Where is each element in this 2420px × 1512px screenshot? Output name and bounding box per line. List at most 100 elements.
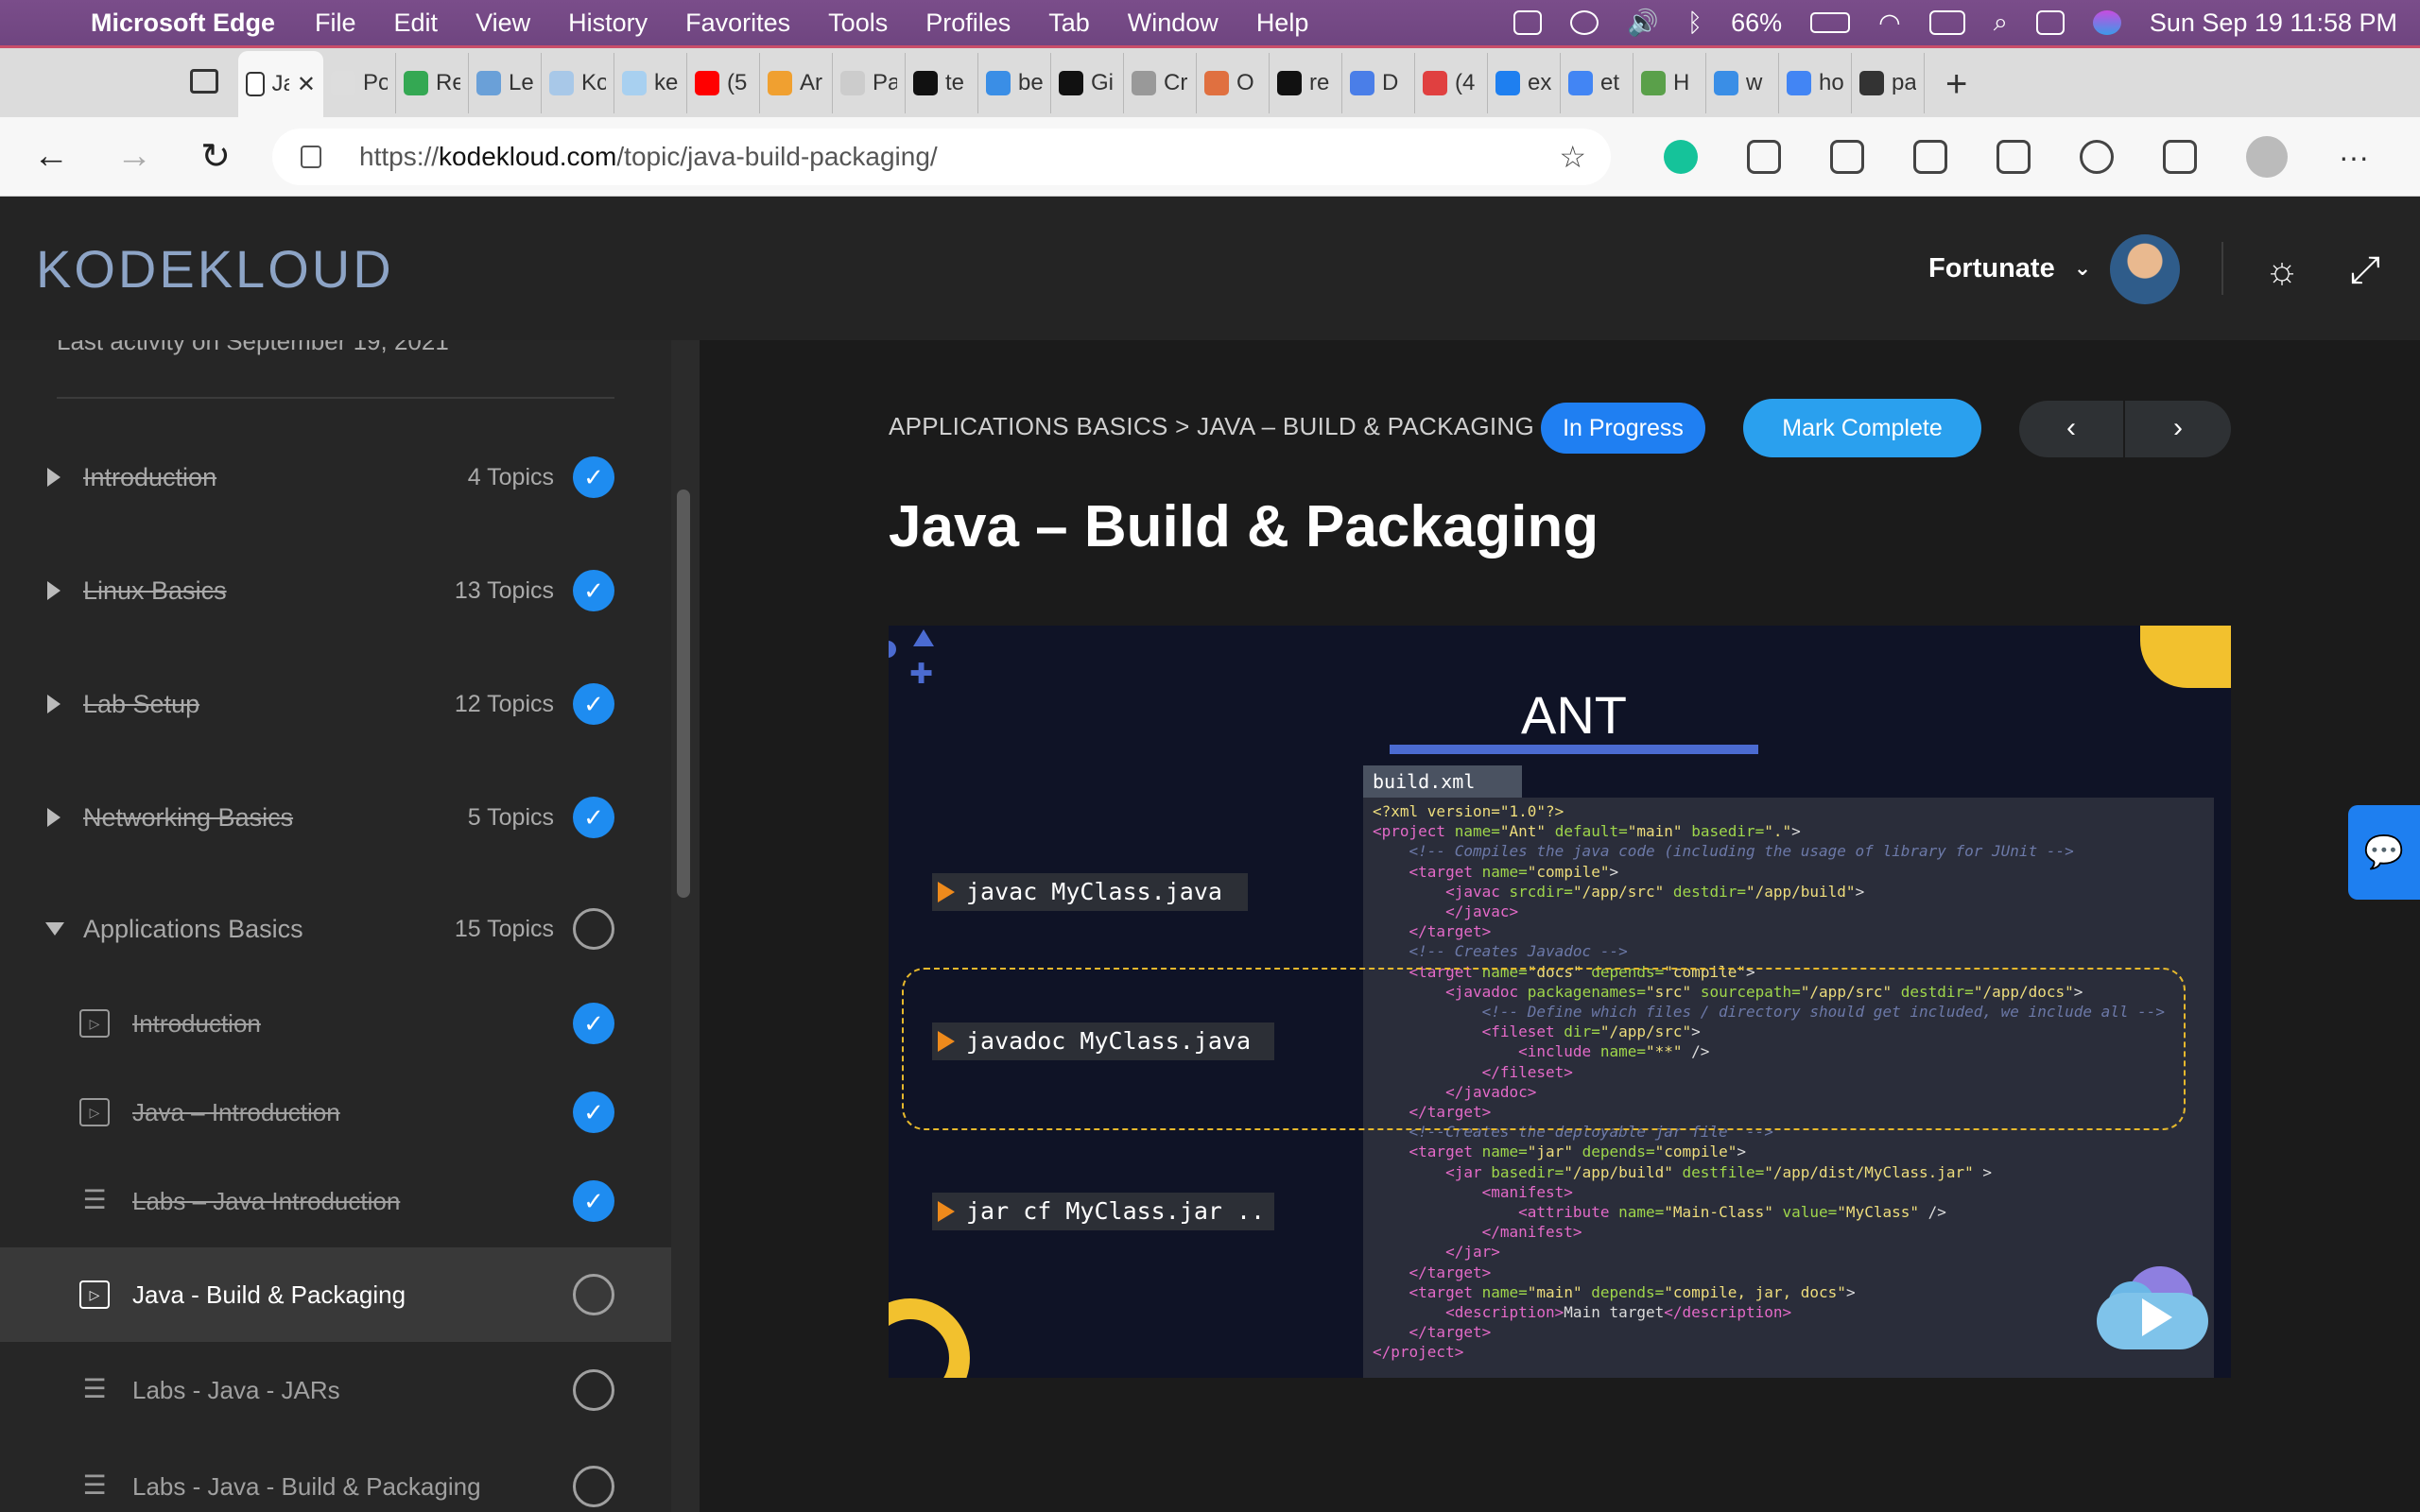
section-label[interactable]: Applications Basics bbox=[83, 915, 303, 944]
breadcrumb[interactable]: APPLICATIONS BASICS > JAVA – BUILD & PAC… bbox=[889, 412, 1534, 441]
siri-icon[interactable] bbox=[2092, 10, 2121, 35]
user-menu[interactable]: Fortunate ⌄ bbox=[1928, 197, 2091, 340]
close-tab-icon[interactable]: ✕ bbox=[297, 71, 316, 98]
tab[interactable]: Pa bbox=[833, 53, 906, 113]
menu-tab[interactable]: Tab bbox=[1048, 9, 1090, 38]
tab[interactable]: te bbox=[906, 53, 978, 113]
section-introduction[interactable]: Introduction 4 Topics ✓ bbox=[0, 439, 671, 515]
favorites-icon[interactable] bbox=[1913, 140, 1947, 174]
expand-triangle-icon[interactable] bbox=[47, 581, 60, 600]
tab-title[interactable]: Le bbox=[509, 70, 533, 96]
tab[interactable]: O bbox=[1197, 53, 1270, 113]
spotlight-search-icon[interactable]: ⌕ bbox=[1994, 8, 2008, 38]
tab[interactable]: ke bbox=[614, 53, 687, 113]
performance-icon[interactable] bbox=[2163, 140, 2197, 174]
tab[interactable]: Le bbox=[469, 53, 542, 113]
menu-history[interactable]: History bbox=[568, 9, 648, 38]
tab[interactable]: ho bbox=[1779, 53, 1852, 113]
tab-title[interactable]: pa bbox=[1892, 70, 1916, 96]
previous-lesson-button[interactable]: ‹ bbox=[2019, 401, 2125, 457]
fullscreen-expand-icon[interactable]: ⤢ bbox=[2344, 249, 2386, 291]
tab[interactable]: pa bbox=[1852, 53, 1925, 113]
username[interactable]: Fortunate bbox=[1928, 253, 2055, 284]
tab-title[interactable]: Ja bbox=[272, 71, 289, 97]
expand-triangle-icon[interactable] bbox=[47, 695, 60, 713]
keyboard-icon[interactable] bbox=[1928, 10, 1965, 35]
bluetooth-icon[interactable]: ᛒ bbox=[1687, 9, 1703, 38]
menu-favorites[interactable]: Favorites bbox=[685, 9, 790, 38]
tab[interactable]: Re bbox=[396, 53, 469, 113]
tab-title[interactable]: D bbox=[1382, 70, 1407, 96]
datetime[interactable]: Sun Sep 19 11:58 PM bbox=[2150, 9, 2397, 38]
section-label[interactable]: Introduction bbox=[83, 463, 216, 492]
tab[interactable]: w bbox=[1706, 53, 1779, 113]
section-label[interactable]: Linux Basics bbox=[83, 576, 227, 606]
kodekloud-logo[interactable]: KODEKLOUD bbox=[36, 238, 394, 300]
menu-view[interactable]: View bbox=[475, 9, 530, 38]
forward-button[interactable]: → bbox=[106, 129, 163, 185]
section-lab-setup[interactable]: Lab Setup 12 Topics ✓ bbox=[0, 666, 671, 742]
sidebar-scrollbar[interactable] bbox=[677, 490, 690, 898]
tab-actions-icon[interactable] bbox=[176, 53, 233, 110]
lesson-label[interactable]: Introduction bbox=[132, 1009, 261, 1039]
grammarly-extension-icon[interactable] bbox=[1664, 140, 1698, 174]
menu-edit[interactable]: Edit bbox=[394, 9, 439, 38]
user-avatar[interactable] bbox=[2110, 234, 2180, 304]
tab[interactable]: Gi bbox=[1051, 53, 1124, 113]
section-applications-basics[interactable]: Applications Basics 15 Topics bbox=[0, 891, 671, 967]
chevron-down-icon[interactable]: ⌄ bbox=[2074, 256, 2091, 281]
tab-title[interactable]: et bbox=[1600, 70, 1625, 96]
tab[interactable]: be bbox=[978, 53, 1051, 113]
tab-title[interactable]: w bbox=[1746, 70, 1771, 96]
chat-bubble-icon[interactable]: 💬 bbox=[2348, 805, 2420, 900]
back-button[interactable]: ← bbox=[23, 129, 79, 185]
collections-icon[interactable] bbox=[1996, 140, 2031, 174]
lesson-label[interactable]: Labs - Java - Build & Packaging bbox=[132, 1472, 481, 1502]
new-tab-button[interactable]: + bbox=[1945, 63, 1967, 106]
tab-title[interactable]: Gi bbox=[1091, 70, 1115, 96]
expand-triangle-icon[interactable] bbox=[47, 468, 60, 487]
lesson-label[interactable]: Java – Introduction bbox=[132, 1098, 340, 1127]
refresh-button[interactable]: ↻ bbox=[187, 129, 244, 185]
section-networking-basics[interactable]: Networking Basics 5 Topics ✓ bbox=[0, 780, 671, 855]
tab-title[interactable]: Cr bbox=[1164, 70, 1188, 96]
tab-title[interactable]: H bbox=[1673, 70, 1698, 96]
menu-window[interactable]: Window bbox=[1128, 9, 1219, 38]
tab[interactable]: re bbox=[1270, 53, 1342, 113]
tab[interactable]: (4 bbox=[1415, 53, 1488, 113]
tab-title[interactable]: ke bbox=[654, 70, 679, 96]
wifi-icon[interactable]: ◠ bbox=[1878, 9, 1901, 38]
lesson-label[interactable]: Java - Build & Packaging bbox=[132, 1280, 406, 1310]
mark-complete-button[interactable]: Mark Complete bbox=[1743, 399, 1981, 457]
tab[interactable]: Po bbox=[323, 53, 396, 113]
tab[interactable]: et bbox=[1561, 53, 1634, 113]
tab-title[interactable]: (5 bbox=[727, 70, 752, 96]
tab-active[interactable]: Ja ✕ bbox=[238, 51, 323, 117]
tab[interactable]: D bbox=[1342, 53, 1415, 113]
more-options-icon[interactable]: ··· bbox=[2337, 140, 2371, 174]
tab[interactable]: Cr bbox=[1124, 53, 1197, 113]
tab-title[interactable]: (4 bbox=[1455, 70, 1479, 96]
extension-icon[interactable] bbox=[1747, 140, 1781, 174]
menu-help[interactable]: Help bbox=[1256, 9, 1309, 38]
lesson-java-introduction[interactable]: ▷ Java – Introduction ✓ bbox=[0, 1068, 671, 1157]
tab[interactable]: H bbox=[1634, 53, 1706, 113]
collapse-triangle-icon[interactable] bbox=[45, 922, 64, 936]
lesson-java-build-packaging[interactable]: ▷ Java - Build & Packaging bbox=[0, 1247, 671, 1342]
profile-avatar[interactable] bbox=[2246, 136, 2288, 178]
status-app-icon[interactable] bbox=[1513, 10, 1543, 35]
kodekloud-cloud-play-icon[interactable] bbox=[2089, 1264, 2212, 1351]
tab-title[interactable]: te bbox=[945, 70, 970, 96]
tab-title[interactable]: Pa bbox=[873, 70, 897, 96]
volume-icon[interactable]: 🔊 bbox=[1627, 8, 1659, 38]
control-center-icon[interactable] bbox=[2035, 10, 2065, 35]
lesson-labs-java-introduction[interactable]: ☰ Labs – Java Introduction ✓ bbox=[0, 1157, 671, 1246]
menu-file[interactable]: File bbox=[315, 9, 356, 38]
tab[interactable]: (5 bbox=[687, 53, 760, 113]
tab-title[interactable]: ho bbox=[1819, 70, 1843, 96]
theme-toggle-sun-icon[interactable]: ☼ bbox=[2261, 249, 2303, 291]
tab[interactable]: ex bbox=[1488, 53, 1561, 113]
menu-tools[interactable]: Tools bbox=[828, 9, 888, 38]
battery-icon[interactable] bbox=[1810, 12, 1851, 33]
extensions-puzzle-icon[interactable] bbox=[1830, 140, 1864, 174]
